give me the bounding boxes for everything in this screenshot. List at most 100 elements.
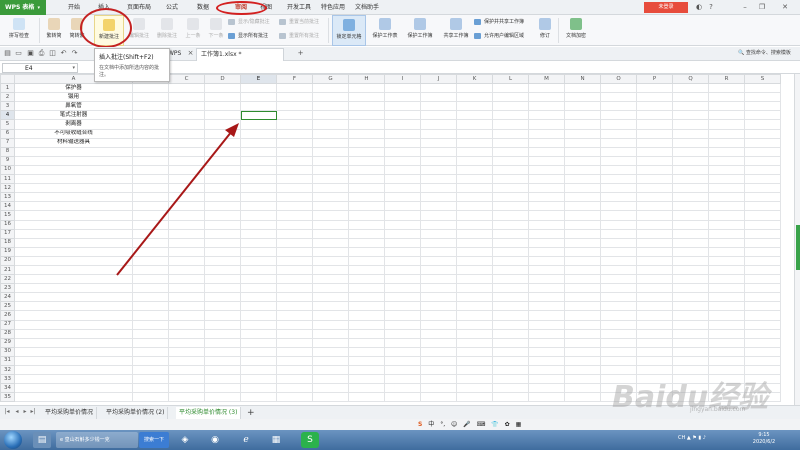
cell[interactable] <box>312 155 349 166</box>
cell[interactable] <box>492 92 529 103</box>
cell[interactable] <box>204 337 241 348</box>
cell[interactable] <box>168 101 205 112</box>
cell[interactable] <box>240 237 277 248</box>
cell[interactable] <box>384 374 421 385</box>
cell[interactable] <box>708 228 745 239</box>
cell[interactable] <box>456 374 493 385</box>
cell[interactable] <box>672 301 709 312</box>
cell[interactable] <box>132 364 169 376</box>
cell[interactable] <box>564 210 601 221</box>
cell[interactable] <box>384 219 421 230</box>
cell[interactable] <box>600 346 637 357</box>
column-header[interactable]: Q <box>672 74 709 85</box>
cell[interactable] <box>132 174 169 185</box>
cell[interactable] <box>348 164 385 176</box>
column-header[interactable]: M <box>528 74 565 85</box>
app-logo-button[interactable]: WPS 表格 ▾ <box>0 0 46 15</box>
cell[interactable] <box>456 164 493 176</box>
cell[interactable] <box>744 328 781 339</box>
cell[interactable] <box>600 246 637 257</box>
cell[interactable] <box>14 319 133 330</box>
row-header[interactable]: 3 <box>0 101 15 112</box>
cell[interactable] <box>420 110 457 121</box>
cell[interactable] <box>168 128 205 139</box>
cell[interactable] <box>348 374 385 385</box>
cell[interactable] <box>240 392 277 403</box>
selected-cell[interactable] <box>240 110 277 121</box>
cell[interactable] <box>708 219 745 230</box>
cell[interactable] <box>636 301 673 312</box>
column-header[interactable]: I <box>384 74 421 85</box>
cell[interactable] <box>564 192 601 203</box>
cell[interactable] <box>528 146 565 157</box>
wps-icon[interactable]: S <box>301 432 319 448</box>
cell[interactable] <box>492 83 529 94</box>
cell[interactable] <box>240 337 277 348</box>
cell[interactable] <box>204 264 241 276</box>
cell[interactable] <box>564 283 601 294</box>
cell[interactable] <box>132 164 169 176</box>
cell[interactable] <box>384 301 421 312</box>
cell[interactable] <box>204 219 241 230</box>
cell[interactable] <box>456 364 493 376</box>
delete-comment-button[interactable]: 删除批注 <box>154 15 180 46</box>
cell[interactable] <box>492 392 529 403</box>
cell[interactable] <box>240 292 277 303</box>
cell[interactable] <box>240 246 277 257</box>
cell[interactable] <box>672 101 709 112</box>
cell[interactable] <box>636 101 673 112</box>
cell[interactable] <box>744 264 781 276</box>
cell[interactable] <box>384 355 421 367</box>
cell[interactable] <box>276 164 313 176</box>
cell[interactable] <box>492 183 529 194</box>
row-header[interactable]: 27 <box>0 319 15 330</box>
cell[interactable] <box>636 110 673 121</box>
cell[interactable] <box>14 174 133 185</box>
cell[interactable] <box>276 228 313 239</box>
protect-workbook-button[interactable]: 保护工作簿 <box>403 15 437 46</box>
cell[interactable] <box>276 137 313 148</box>
cell[interactable] <box>312 237 349 248</box>
cell[interactable] <box>204 155 241 166</box>
minimize-icon[interactable]: – <box>740 0 750 15</box>
row-header[interactable]: 15 <box>0 210 15 221</box>
cell[interactable] <box>276 274 313 285</box>
cell[interactable] <box>564 274 601 285</box>
cell[interactable] <box>384 274 421 285</box>
cell[interactable] <box>744 155 781 166</box>
cell[interactable] <box>744 164 781 176</box>
cell[interactable] <box>384 328 421 339</box>
menu-tab-doc-assistant[interactable]: 文档助手 <box>352 0 382 15</box>
cell[interactable] <box>348 383 385 394</box>
cell[interactable] <box>348 292 385 303</box>
cell[interactable] <box>14 301 133 312</box>
cell[interactable] <box>14 146 133 157</box>
last-sheet-icon[interactable]: ▸| <box>30 408 36 415</box>
cell[interactable] <box>168 383 205 394</box>
cell[interactable] <box>168 192 205 203</box>
cell[interactable] <box>168 237 205 248</box>
cell[interactable] <box>672 201 709 212</box>
cell[interactable] <box>420 255 457 266</box>
cell[interactable] <box>204 110 241 121</box>
cell[interactable] <box>744 246 781 257</box>
cell[interactable] <box>564 264 601 276</box>
cell[interactable] <box>240 201 277 212</box>
login-button[interactable]: 未登录 <box>644 2 688 13</box>
cell[interactable] <box>636 128 673 139</box>
cell[interactable] <box>348 346 385 357</box>
cell[interactable] <box>456 174 493 185</box>
cell[interactable] <box>420 310 457 321</box>
row-header[interactable]: 34 <box>0 383 15 394</box>
cell[interactable] <box>672 337 709 348</box>
cell[interactable] <box>204 164 241 176</box>
cell[interactable] <box>276 101 313 112</box>
print-icon[interactable]: ⎙ <box>37 49 46 58</box>
cell[interactable] <box>14 210 133 221</box>
cell[interactable] <box>564 164 601 176</box>
cell[interactable] <box>312 137 349 148</box>
cell[interactable] <box>600 119 637 130</box>
row-header[interactable]: 21 <box>0 264 15 276</box>
cell[interactable] <box>348 301 385 312</box>
cell[interactable] <box>204 310 241 321</box>
